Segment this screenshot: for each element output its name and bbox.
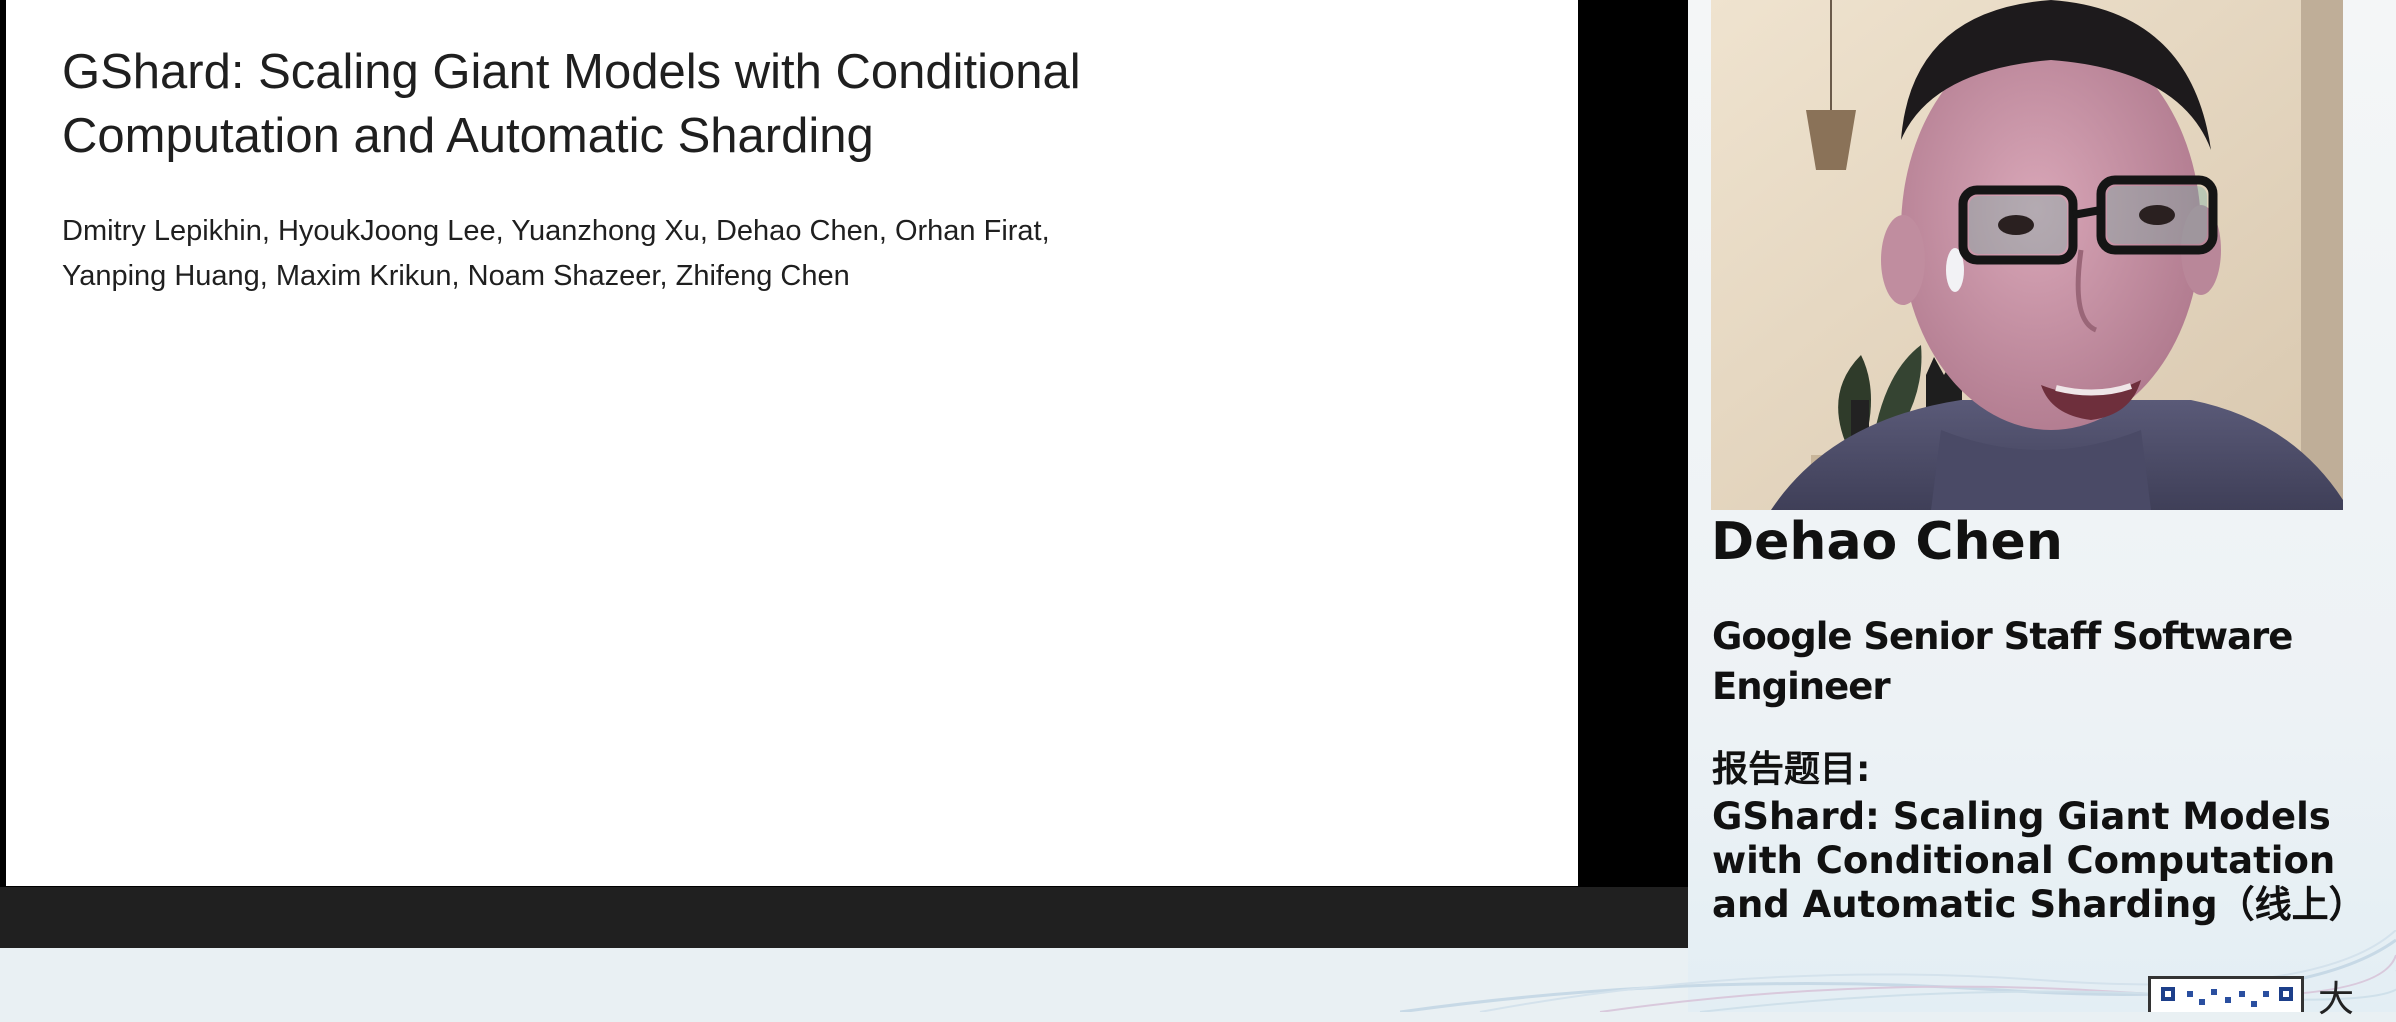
presentation-slide: GShard: Scaling Giant Models with Condit… — [6, 0, 1578, 886]
topic-title-line: GShard: Scaling Giant Models — [1712, 795, 2331, 838]
slide-authors-line: Dmitry Lepikhin, HyoukJoong Lee, Yuanzho… — [62, 215, 1050, 247]
screen-share-frame: GShard: Scaling Giant Models with Condit… — [0, 0, 1688, 948]
topic-title: GShard: Scaling Giant Models with Condit… — [1712, 795, 2396, 927]
qr-code — [2148, 976, 2304, 1012]
speaker-role-line: Engineer — [1712, 665, 1891, 708]
slide-title-line: Computation and Automatic Sharding — [62, 109, 874, 163]
slide-authors-line: Yanping Huang, Maxim Krikun, Noam Shazee… — [62, 260, 850, 292]
speaker-role: Google Senior Staff Software Engineer — [1712, 612, 2352, 712]
topic-title-line: and Automatic Sharding（线上） — [1712, 883, 2366, 926]
slide-title-line: GShard: Scaling Giant Models with Condit… — [62, 45, 1081, 99]
speaker-role-line: Google Senior Staff Software — [1712, 615, 2293, 658]
speaker-video — [1711, 0, 2343, 510]
topic-title-line: with Conditional Computation — [1712, 839, 2336, 882]
corner-logo-text: 大 — [2318, 979, 2355, 1020]
topic-label: 报告题目: — [1712, 749, 1871, 790]
slide-title: GShard: Scaling Giant Models with Condit… — [62, 40, 1362, 168]
slide-authors: Dmitry Lepikhin, HyoukJoong Lee, Yuanzho… — [62, 209, 1362, 299]
speaker-video-frame — [1711, 0, 2343, 510]
speaker-name: Dehao Chen — [1711, 512, 2063, 572]
